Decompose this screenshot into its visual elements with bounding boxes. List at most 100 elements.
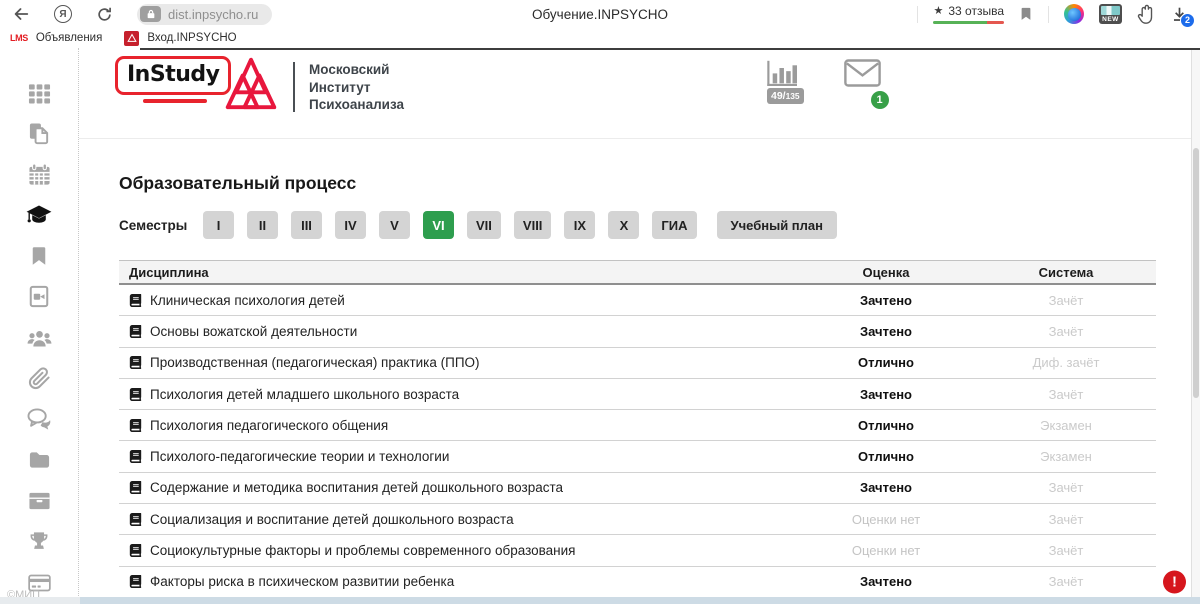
downloads-badge: 2 xyxy=(1180,13,1195,28)
grade-cell: Зачтено xyxy=(796,324,976,339)
bookmarks-icon xyxy=(29,245,49,267)
mail-icon xyxy=(844,59,881,87)
sidebar-item-bookmarks[interactable] xyxy=(26,243,52,269)
downloads-button[interactable]: 2 xyxy=(1171,6,1188,23)
new-extension-icon[interactable]: NEW xyxy=(1099,4,1122,24)
discipline-name: Основы вожатской деятельности xyxy=(150,324,357,339)
mail-unread-badge: 1 xyxy=(871,91,889,109)
system-cell: Зачёт xyxy=(976,387,1156,402)
discipline-cell[interactable]: Факторы риска в психическом развитии реб… xyxy=(119,574,796,589)
instudy-logo[interactable]: InStudy xyxy=(115,56,231,103)
sidebar-item-awards[interactable] xyxy=(26,529,52,555)
semester-tab-v[interactable]: V xyxy=(379,211,410,239)
mip-favicon xyxy=(124,31,139,46)
semester-tab-учебный-план[interactable]: Учебный план xyxy=(717,211,837,239)
sidebar-item-apps-grid[interactable] xyxy=(26,80,52,106)
discipline-cell[interactable]: Производственная (педагогическая) практи… xyxy=(119,355,796,370)
sidebar-item-education[interactable] xyxy=(26,202,52,228)
mail-button[interactable]: 1 xyxy=(844,59,881,104)
table-row[interactable]: Психология педагогического общения Отличн… xyxy=(119,410,1156,441)
bookmark-inpsycho-login[interactable]: Вход.INPSYCHO xyxy=(124,31,236,46)
bar-chart-icon xyxy=(767,59,800,86)
book-icon xyxy=(129,450,142,463)
scrollbar-thumb[interactable] xyxy=(1193,148,1199,398)
sidebar-item-messages[interactable] xyxy=(26,406,52,432)
grade-cell: Отлично xyxy=(796,418,976,433)
site-reviews[interactable]: ★ 33 отзыва xyxy=(933,4,1004,25)
table-row[interactable]: Социокультурные факторы и проблемы совре… xyxy=(119,535,1156,566)
book-icon xyxy=(129,419,142,432)
table-row[interactable]: Основы вожатской деятельности ЗачтеноЗачё… xyxy=(119,316,1156,347)
table-row[interactable]: Психология детей младшего школьного возр… xyxy=(119,379,1156,410)
semester-tab-ix[interactable]: IX xyxy=(564,211,595,239)
discipline-cell[interactable]: Основы вожатской деятельности xyxy=(119,324,796,339)
horizontal-scrollbar[interactable] xyxy=(0,597,1200,604)
semester-tab-ii[interactable]: II xyxy=(247,211,278,239)
address-bar[interactable]: dist.inpsycho.ru xyxy=(137,4,272,25)
discipline-cell[interactable]: Социализация и воспитание детей дошкольн… xyxy=(119,512,796,527)
table-row[interactable]: Социализация и воспитание детей дошкольн… xyxy=(119,504,1156,535)
page: ©МИП InStudy Московский Институт Психоан… xyxy=(0,48,1200,604)
semester-tabs: Семестры IIIIIIIVVVIVIIVIIIIXXГИАУчебный… xyxy=(119,211,1200,239)
table-row[interactable]: Факторы риска в психическом развитии реб… xyxy=(119,567,1156,598)
semester-tab-vii[interactable]: VII xyxy=(467,211,501,239)
semester-tab-iii[interactable]: III xyxy=(291,211,322,239)
refresh-button[interactable] xyxy=(96,6,113,23)
discipline-cell[interactable]: Клиническая психология детей xyxy=(119,293,796,308)
grade-cell: Отлично xyxy=(796,355,976,370)
bookmark-announcements[interactable]: LMSОбъявления xyxy=(10,32,102,44)
table-row[interactable]: Производственная (педагогическая) практи… xyxy=(119,348,1156,379)
folders-icon xyxy=(28,450,51,470)
sidebar-item-users[interactable] xyxy=(26,325,52,351)
grade-cell: Отлично xyxy=(796,449,976,464)
grade-cell: Оценки нет xyxy=(796,512,976,527)
discipline-name: Психология педагогического общения xyxy=(150,418,388,433)
system-cell: Зачёт xyxy=(976,543,1156,558)
glove-extension-icon[interactable] xyxy=(1137,4,1156,25)
sidebar-item-attachments[interactable] xyxy=(26,366,52,392)
semester-tab-viii[interactable]: VIII xyxy=(514,211,552,239)
sidebar-item-media-file[interactable] xyxy=(26,284,52,310)
discipline-cell[interactable]: Психология детей младшего школьного возр… xyxy=(119,387,796,402)
browser-toolbar: Я dist.inpsycho.ru Обучение.INPSYCHO ★ 3… xyxy=(0,0,1200,28)
sidebar-item-archive[interactable] xyxy=(26,488,52,514)
vertical-scrollbar[interactable] xyxy=(1191,48,1200,597)
site-header: InStudy Московский Институт Психоанализа… xyxy=(79,48,1200,139)
discipline-name: Социокультурные факторы и проблемы совре… xyxy=(150,543,575,558)
table-row[interactable]: Содержание и методика воспитания детей д… xyxy=(119,473,1156,504)
calendar-icon xyxy=(28,163,51,186)
star-icon: ★ xyxy=(933,4,943,17)
book-icon xyxy=(129,388,142,401)
sidebar-item-documents[interactable] xyxy=(26,121,52,147)
camera-extension-icon[interactable] xyxy=(1064,4,1084,24)
sidebar-item-folders[interactable] xyxy=(26,447,52,473)
semester-tab-vi[interactable]: VI xyxy=(423,211,454,239)
documents-icon xyxy=(28,122,51,145)
institute-name: Московский Институт Психоанализа xyxy=(293,61,404,114)
discipline-cell[interactable]: Содержание и методика воспитания детей д… xyxy=(119,480,796,495)
progress-stats-button[interactable]: 49/135 xyxy=(767,59,804,104)
discipline-cell[interactable]: Психология педагогического общения xyxy=(119,418,796,433)
discipline-name: Производственная (педагогическая) практи… xyxy=(150,355,480,370)
alert-icon[interactable]: ! xyxy=(1163,570,1186,593)
url-text: dist.inpsycho.ru xyxy=(168,7,258,22)
discipline-cell[interactable]: Психолого-педагогические теории и технол… xyxy=(119,449,796,464)
discipline-name: Психология детей младшего школьного возр… xyxy=(150,387,459,402)
table-row[interactable]: Клиническая психология детейЗачтеноЗачёт xyxy=(119,285,1156,316)
logo-divider xyxy=(293,62,295,112)
mip-triangle-logo[interactable] xyxy=(223,56,279,110)
semester-tab-iv[interactable]: IV xyxy=(335,211,366,239)
lms-favicon: LMS xyxy=(10,33,28,43)
bookmark-page-icon[interactable] xyxy=(1019,6,1033,22)
table-row[interactable]: Психолого-педагогические теории и технол… xyxy=(119,441,1156,472)
grade-cell: Зачтено xyxy=(796,480,976,495)
sidebar-item-calendar[interactable] xyxy=(26,162,52,188)
yandex-services-icon[interactable]: Я xyxy=(54,5,72,23)
semester-tab-x[interactable]: X xyxy=(608,211,639,239)
reviews-count: 33 отзыва xyxy=(948,4,1004,18)
discipline-cell[interactable]: Социокультурные факторы и проблемы совре… xyxy=(119,543,796,558)
back-button[interactable] xyxy=(12,5,30,23)
semester-tab-i[interactable]: I xyxy=(203,211,234,239)
semester-tab-гиа[interactable]: ГИА xyxy=(652,211,696,239)
system-cell: Зачёт xyxy=(976,324,1156,339)
